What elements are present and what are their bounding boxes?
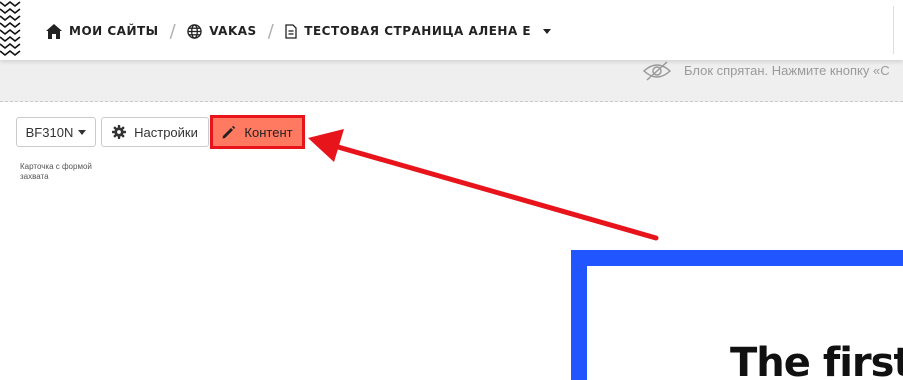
settings-button-label: Настройки: [134, 124, 198, 140]
document-icon: [285, 23, 297, 39]
globe-icon: [187, 23, 202, 39]
hidden-block-note-text: Блок спрятан. Нажмите кнопку «С: [684, 63, 890, 78]
block-caption: Карточка с формой захвата: [20, 162, 92, 181]
preview-frame: The first: [571, 250, 903, 380]
breadcrumb-separator: /: [169, 20, 177, 42]
header-divider: [893, 6, 894, 54]
pencil-icon: [222, 125, 236, 138]
gear-icon: [112, 125, 127, 139]
content-button[interactable]: Контент: [210, 115, 305, 149]
breadcrumb-my-sites-label: МОИ САЙТЫ: [69, 24, 159, 38]
hidden-block-note: Блок спрятан. Нажмите кнопку «С: [642, 60, 890, 81]
breadcrumb: МОИ САЙТЫ / VAKAS / ТЕСТОВАЯ СТРАНИЦА АЛ…: [46, 0, 552, 62]
breadcrumb-site-label: VAKAS: [209, 24, 257, 38]
preview-content: The first: [587, 266, 903, 380]
block-code-label: BF310N: [25, 124, 74, 140]
preview-heading: The first: [730, 340, 903, 380]
breadcrumb-site[interactable]: VAKAS: [187, 23, 257, 39]
breadcrumb-page[interactable]: ТЕСТОВАЯ СТРАНИЦА АЛЕНА Е: [285, 23, 552, 39]
settings-button[interactable]: Настройки: [101, 117, 209, 147]
content-button-label: Контент: [244, 124, 293, 140]
zigzag-pattern-icon: [0, 0, 21, 57]
breadcrumb-my-sites[interactable]: МОИ САЙТЫ: [46, 23, 159, 39]
top-header: МОИ САЙТЫ / VAKAS / ТЕСТОВАЯ СТРАНИЦА АЛ…: [0, 0, 903, 60]
block-code-dropdown[interactable]: BF310N: [16, 117, 96, 147]
home-icon: [46, 23, 62, 39]
breadcrumb-page-label: ТЕСТОВАЯ СТРАНИЦА АЛЕНА Е: [304, 24, 532, 38]
hidden-block-strip: Блок спрятан. Нажмите кнопку «С: [0, 60, 903, 102]
eye-slash-icon: [642, 60, 672, 81]
breadcrumb-separator: /: [267, 20, 275, 42]
chevron-down-icon: [78, 129, 87, 135]
page: МОИ САЙТЫ / VAKAS / ТЕСТОВАЯ СТРАНИЦА АЛ…: [0, 0, 903, 380]
chevron-down-icon[interactable]: [543, 28, 552, 34]
